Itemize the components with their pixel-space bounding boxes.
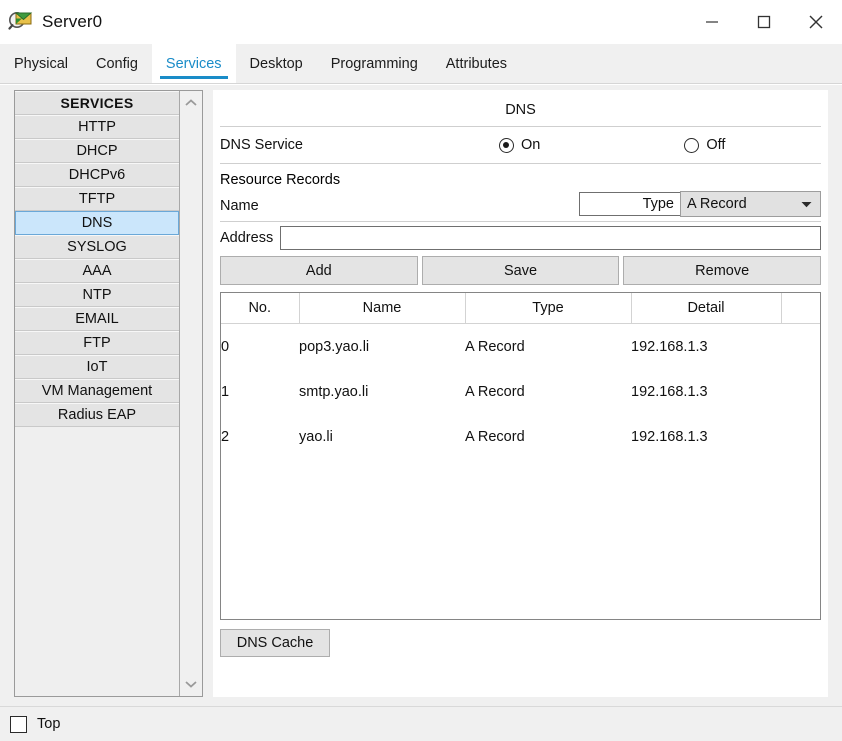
record-action-buttons: Add Save Remove [213, 256, 828, 285]
sidebar-item-vm-management[interactable]: VM Management [15, 379, 179, 403]
maximize-icon [757, 15, 771, 29]
address-input[interactable] [280, 226, 821, 250]
name-label: Name [220, 197, 259, 214]
sidebar-item-dhcpv6[interactable]: DHCPv6 [15, 163, 179, 187]
table-cell-no: 2 [221, 414, 299, 459]
minimize-icon [706, 21, 718, 23]
dns-service-off-option[interactable]: Off [684, 137, 725, 153]
window-title: Server0 [42, 12, 103, 31]
table-cell-name: yao.li [299, 414, 465, 459]
save-button[interactable]: Save [421, 256, 620, 285]
sidebar-item-email[interactable]: EMAIL [15, 307, 179, 331]
remove-button[interactable]: Remove [623, 256, 822, 285]
sidebar-item-iot[interactable]: IoT [15, 355, 179, 379]
type-dropdown[interactable]: A Record [680, 191, 821, 217]
sidebar-item-syslog[interactable]: SYSLOG [15, 235, 179, 259]
add-button[interactable]: Add [220, 256, 418, 285]
type-label: Type [642, 196, 674, 212]
sidebar-item-ntp[interactable]: NTP [15, 283, 179, 307]
window-footer: Top [0, 706, 842, 741]
sidebar-item-http[interactable]: HTTP [15, 115, 179, 139]
address-row: Address [213, 222, 828, 254]
services-list-empty-area [15, 427, 179, 696]
name-row: Name Type A Record [213, 190, 828, 221]
dns-panel: DNS DNS Service On Off Resource Records … [213, 90, 828, 697]
radio-on-icon[interactable] [499, 137, 514, 153]
type-dropdown-value: A Record [687, 196, 747, 212]
sidebar-item-dhcp[interactable]: DHCP [15, 139, 179, 163]
table-cell-type: A Record [465, 414, 631, 459]
packet-tracer-server-icon [8, 9, 34, 35]
dns-service-on-option[interactable]: On [499, 137, 540, 153]
table-cell-no: 0 [221, 323, 299, 369]
services-list: SERVICES HTTP DHCP DHCPv6 TFTP DNS SYSLOG AAA NT… [15, 91, 180, 696]
sidebar-item-tftp[interactable]: TFTP [15, 187, 179, 211]
records-table: No. Name Type Detail 0 pop3.yao.li A Record 19… [221, 293, 820, 459]
table-cell-spacer [781, 323, 820, 369]
chevron-down-icon[interactable] [180, 674, 202, 694]
close-button[interactable] [790, 0, 842, 44]
records-table-container[interactable]: No. Name Type Detail 0 pop3.yao.li A Record 19… [220, 292, 821, 620]
close-icon [809, 15, 823, 29]
tab-programming[interactable]: Programming [317, 44, 432, 83]
table-cell-type: A Record [465, 369, 631, 414]
table-row[interactable]: 0 pop3.yao.li A Record 192.168.1.3 [221, 323, 820, 369]
table-cell-spacer [781, 369, 820, 414]
table-cell-name: smtp.yao.li [299, 369, 465, 414]
radio-off-icon[interactable] [684, 137, 700, 153]
address-label: Address [220, 230, 274, 246]
dns-cache-button[interactable]: DNS Cache [220, 629, 330, 657]
table-cell-detail: 192.168.1.3 [631, 323, 781, 369]
sidebar-scrollbar[interactable] [180, 91, 202, 696]
minimize-button[interactable] [686, 0, 738, 44]
chevron-up-icon[interactable] [180, 93, 202, 113]
table-row[interactable]: 2 yao.li A Record 192.168.1.3 [221, 414, 820, 459]
sidebar-item-aaa[interactable]: AAA [15, 259, 179, 283]
table-cell-type: A Record [465, 323, 631, 369]
table-cell-spacer [781, 414, 820, 459]
tab-desktop[interactable]: Desktop [236, 44, 317, 83]
table-header-row: No. Name Type Detail [221, 293, 820, 324]
dns-cache-row: DNS Cache [213, 620, 828, 657]
table-cell-name: pop3.yao.li [299, 323, 465, 369]
services-sidebar: SERVICES HTTP DHCP DHCPv6 TFTP DNS SYSLOG AAA NT… [14, 90, 203, 697]
main-tabs: Physical Config Services Desktop Programming… [0, 44, 842, 84]
table-cell-no: 1 [221, 369, 299, 414]
top-label: Top [37, 716, 61, 732]
radio-on-label: On [521, 137, 541, 153]
table-column-header[interactable]: No. [221, 293, 300, 324]
table-body: 0 pop3.yao.li A Record 192.168.1.3 1 smtp.yao… [221, 323, 820, 459]
type-field: Type A Record [643, 191, 821, 217]
sidebar-item-ftp[interactable]: FTP [15, 331, 179, 355]
table-cell-detail: 192.168.1.3 [631, 414, 781, 459]
window-controls [686, 0, 842, 44]
maximize-button[interactable] [738, 0, 790, 44]
table-column-header[interactable] [781, 293, 820, 324]
table-row[interactable]: 1 smtp.yao.li A Record 192.168.1.3 [221, 369, 820, 414]
table-column-header[interactable]: Type [465, 293, 632, 324]
sidebar-item-dns[interactable]: DNS [15, 211, 179, 235]
table-cell-detail: 192.168.1.3 [631, 369, 781, 414]
tab-config[interactable]: Config [82, 44, 152, 83]
sidebar-item-radius-eap[interactable]: Radius EAP [15, 403, 179, 427]
dns-service-row: DNS Service On Off [213, 127, 828, 163]
radio-off-label: Off [706, 137, 726, 153]
resource-records-label: Resource Records [220, 172, 341, 188]
tab-services[interactable]: Services [151, 44, 236, 83]
table-column-header[interactable]: Name [299, 293, 466, 324]
chevron-down-icon [801, 196, 812, 212]
dns-service-label: DNS Service [220, 137, 303, 153]
table-column-header[interactable]: Detail [631, 293, 782, 324]
page-title: DNS [505, 102, 536, 118]
services-list-header: SERVICES [15, 91, 179, 115]
window-titlebar: Server0 [0, 0, 842, 44]
tab-attributes[interactable]: Attributes [432, 44, 521, 83]
window-body: SERVICES HTTP DHCP DHCPv6 TFTP DNS SYSLOG AAA NT… [0, 84, 842, 706]
tab-physical[interactable]: Physical [0, 44, 82, 83]
top-checkbox[interactable] [10, 715, 27, 733]
